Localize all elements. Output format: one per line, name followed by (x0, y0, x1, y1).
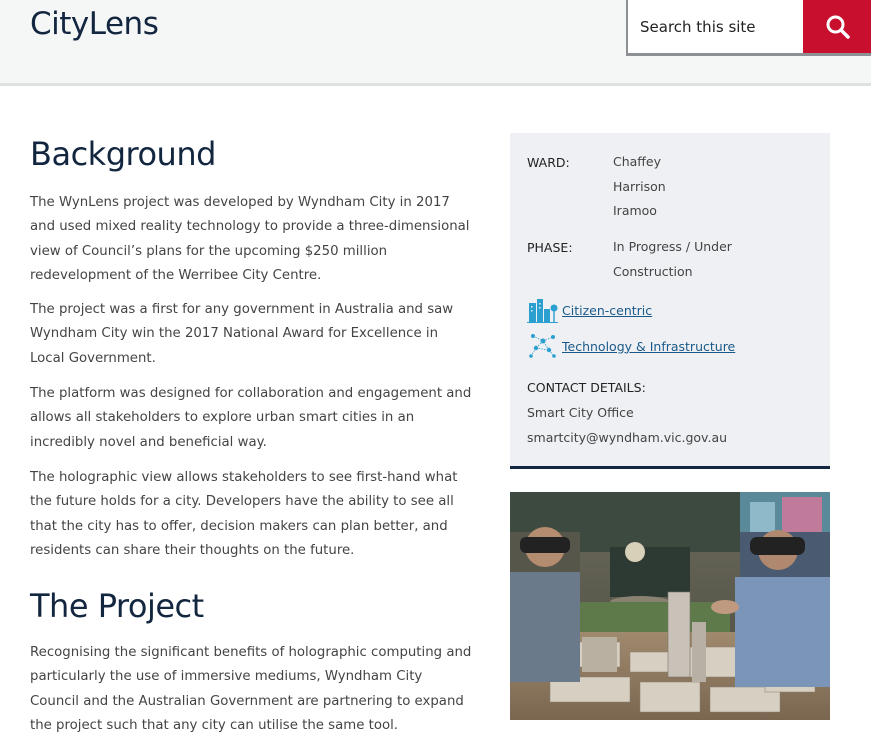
paragraph: The platform was designed for collaborat… (30, 386, 472, 450)
site-title[interactable]: CityLens (30, 6, 159, 42)
paragraph: The holographic view allows stakeholders… (30, 470, 458, 559)
tag-link[interactable]: Citizen-centric (562, 303, 652, 318)
search-form (626, 0, 871, 56)
background-heading: Background (30, 135, 216, 173)
contact-label: CONTACT DETAILS: (527, 380, 646, 395)
ward-value: Chaffey (613, 154, 662, 169)
search-icon (826, 15, 850, 39)
ward-label: WARD: (527, 155, 570, 170)
city-buildings-icon (527, 299, 558, 323)
site-header: CityLens (0, 0, 871, 86)
contact-email[interactable]: smartcity@wyndham.vic.gov.au (527, 430, 727, 445)
project-details-panel: WARD: Chaffey Harrison Iramoo PHASE: In … (510, 133, 830, 469)
search-input[interactable] (628, 0, 803, 53)
paragraph: Recognising the significant benefits of … (30, 645, 472, 734)
paragraph: The project was a first for any governme… (30, 302, 454, 366)
contact-office: Smart City Office (527, 405, 634, 420)
search-button[interactable] (803, 0, 871, 53)
phase-value: In Progress / Under Construction (613, 239, 732, 279)
paragraph: The WynLens project was developed by Wyn… (30, 195, 470, 284)
project-heading: The Project (30, 587, 204, 625)
network-nodes-icon (529, 334, 556, 358)
ward-value: Iramoo (613, 203, 657, 218)
ward-value-list: Chaffey Harrison Iramoo (613, 150, 813, 224)
tag-technology-infrastructure[interactable]: Technology & Infrastructure (527, 332, 735, 360)
holographic-model-photo (510, 492, 830, 720)
tag-link[interactable]: Technology & Infrastructure (562, 339, 735, 354)
ward-value: Harrison (613, 178, 666, 194)
tag-citizen-centric[interactable]: Citizen-centric (527, 297, 652, 323)
project-photo (510, 492, 830, 720)
phase-label: PHASE: (527, 240, 573, 255)
